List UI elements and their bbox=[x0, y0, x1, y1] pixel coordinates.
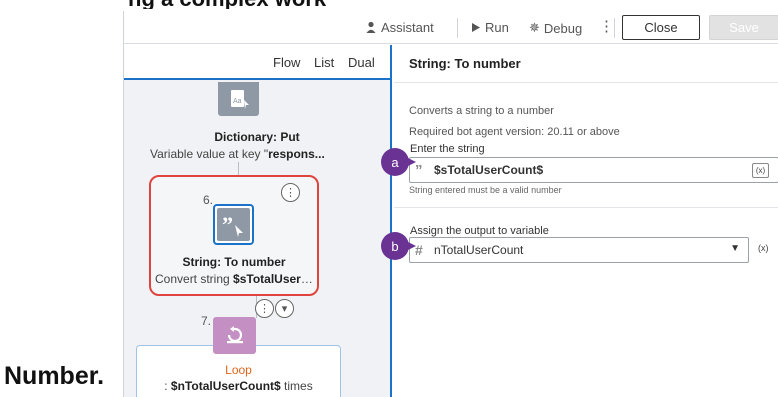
document-caption-bottom: Number. bbox=[4, 362, 105, 390]
string-to-number-node[interactable]: 6. ⋮ ” String: To number Convert string … bbox=[149, 175, 319, 296]
output-field-label: Assign the output to variable bbox=[410, 225, 549, 237]
hash-icon: # bbox=[415, 242, 423, 258]
more-options-icon[interactable]: ⋮ bbox=[599, 17, 614, 35]
quote-icon: ” bbox=[415, 162, 423, 179]
chevron-down-icon[interactable]: ▼ bbox=[730, 243, 740, 254]
divider bbox=[394, 82, 778, 83]
assistant-button[interactable]: Assistant bbox=[365, 20, 434, 35]
bot-editor-window: Assistant Run ✵ Debug ⋮ Close Save Flow … bbox=[123, 11, 778, 397]
node-options-icon[interactable]: ⋮ bbox=[281, 183, 300, 202]
svg-text:”: ” bbox=[222, 213, 233, 237]
dictionary-icon[interactable]: Aa bbox=[218, 82, 259, 116]
toolbar-divider bbox=[614, 18, 615, 38]
run-button[interactable]: Run bbox=[471, 20, 509, 35]
document-caption-top: ng a complex workflow, copy the steps (w… bbox=[128, 0, 328, 9]
insert-variable-button[interactable]: (x) bbox=[752, 163, 769, 178]
required-version: Required bot agent version: 20.11 or abo… bbox=[409, 126, 620, 138]
string-field-label: Enter the string bbox=[410, 143, 485, 155]
panel-title: String: To number bbox=[409, 56, 521, 71]
flow-panel: Flow List Dual Aa Dictionary: Put Variab… bbox=[124, 45, 392, 397]
step-number: 7. bbox=[201, 314, 212, 328]
string-input[interactable]: ” $sTotalUserCount$ (x) bbox=[409, 157, 778, 183]
view-tabs: Flow List Dual bbox=[124, 45, 390, 80]
loop-node-title: Loop bbox=[225, 363, 252, 377]
callout-a-pointer bbox=[404, 156, 416, 168]
properties-panel: String: To number Converts a string to a… bbox=[394, 45, 778, 397]
bug-icon: ✵ bbox=[529, 20, 540, 35]
string-field-hint: String entered must be a valid number bbox=[409, 185, 562, 195]
close-button[interactable]: Close bbox=[622, 15, 700, 40]
tab-flow[interactable]: Flow bbox=[273, 55, 300, 70]
step-number: 6. bbox=[203, 193, 214, 207]
loop-node-description: : $nTotalUserCount$ times bbox=[164, 379, 313, 393]
debug-button[interactable]: ✵ Debug bbox=[529, 20, 582, 36]
collapse-chevron-icon[interactable]: ▾ bbox=[275, 299, 294, 318]
output-variable-select[interactable]: # nTotalUserCount ▼ bbox=[409, 237, 749, 263]
save-button[interactable]: Save bbox=[709, 15, 778, 40]
play-icon bbox=[472, 23, 480, 32]
assistant-icon bbox=[366, 21, 376, 33]
loop-icon[interactable] bbox=[213, 317, 256, 354]
tab-list[interactable]: List bbox=[314, 55, 334, 70]
quote-icon: ” bbox=[217, 208, 250, 241]
dictionary-put-description: Variable value at key "respons... bbox=[150, 147, 325, 161]
divider bbox=[394, 207, 778, 208]
svg-text:Aa: Aa bbox=[233, 98, 242, 105]
string-node-description: Convert string $sTotalUserCo... bbox=[155, 272, 315, 286]
tab-dual[interactable]: Dual bbox=[348, 55, 375, 70]
string-node-title: String: To number bbox=[182, 255, 286, 269]
selected-node-frame: ” bbox=[213, 204, 254, 245]
toolbar: Assistant Run ✵ Debug ⋮ Close Save bbox=[124, 11, 778, 44]
insert-variable-button[interactable]: (x) bbox=[758, 243, 769, 253]
toolbar-divider bbox=[457, 18, 458, 38]
action-description: Converts a string to a number bbox=[409, 105, 554, 117]
flow-connector bbox=[238, 162, 239, 176]
node-options-icon[interactable]: ⋮ bbox=[255, 299, 274, 318]
dictionary-put-title: Dictionary: Put bbox=[214, 130, 300, 144]
callout-b-pointer bbox=[404, 240, 416, 252]
